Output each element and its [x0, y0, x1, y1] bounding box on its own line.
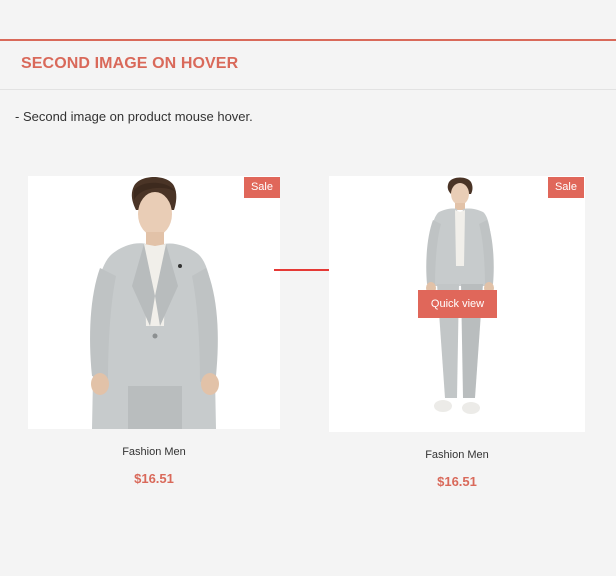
product-price: $16.51: [437, 474, 477, 489]
product-card[interactable]: Sale Quick view Fashion Men $16.51: [329, 176, 585, 489]
section-description: - Second image on product mouse hover.: [15, 109, 253, 124]
product-photo-closeup: [28, 176, 280, 429]
top-accent-rule: [0, 39, 616, 41]
sale-badge: Sale: [547, 177, 584, 198]
sale-badge: Sale: [243, 177, 280, 198]
title-divider: [0, 89, 616, 90]
product-image[interactable]: Sale: [28, 176, 280, 429]
section-title: Second image on hover: [21, 55, 239, 72]
product-image[interactable]: Sale Quick view: [329, 176, 585, 432]
product-price: $16.51: [134, 471, 174, 486]
product-name[interactable]: Fashion Men: [28, 446, 280, 458]
quick-view-button[interactable]: Quick view: [418, 290, 497, 318]
product-card[interactable]: Sale Fashion Men $16.51: [28, 176, 280, 486]
product-name[interactable]: Fashion Men: [329, 449, 585, 461]
